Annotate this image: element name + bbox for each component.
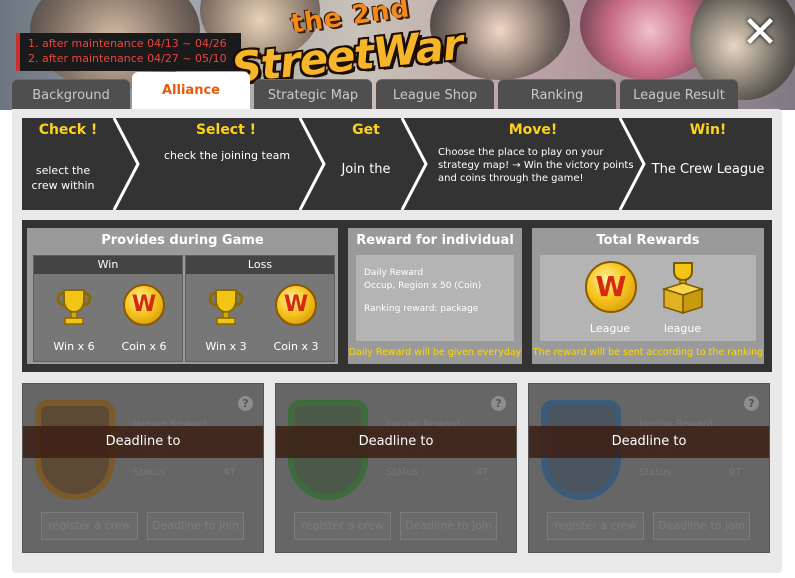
register-crew-button[interactable]: register a crew: [294, 512, 391, 540]
deadline-band: Deadline to: [529, 426, 769, 458]
crew-card: ? Joining Reward Support Status : 4T Dea…: [275, 383, 517, 553]
help-icon[interactable]: ?: [491, 396, 506, 411]
trophy-icon: [196, 284, 256, 332]
individual-note: Daily Reward will be given everyday: [348, 347, 522, 358]
coin-icon: W: [266, 284, 326, 326]
tab-league-shop[interactable]: League Shop: [376, 79, 494, 110]
coin-icon: W: [114, 284, 174, 326]
step-title: Win!: [689, 122, 727, 138]
register-crew-button[interactable]: register a crew: [41, 512, 138, 540]
chevron-right-icon: [298, 118, 326, 210]
individual-line-1: Daily Reward: [364, 268, 424, 278]
help-icon[interactable]: ?: [238, 396, 253, 411]
chevron-right-icon: [112, 118, 140, 210]
step-select: Select ! check the joining team: [140, 118, 312, 210]
steps-flow: Check ! select the crew within Select ! …: [22, 118, 772, 210]
coin-icon: W: [585, 261, 637, 313]
individual-title: Reward for individual: [356, 233, 514, 248]
step-check: Check ! select the crew within: [22, 118, 114, 210]
tab-league-result[interactable]: League Result: [620, 79, 738, 110]
loss-trophy-label: Win x 3: [205, 340, 247, 353]
deadline-band: Deadline to: [276, 426, 516, 458]
chevron-right-icon: [400, 118, 428, 210]
step-win: Win! The Crew League: [644, 118, 772, 210]
win-rewards: Win W Win x 6 Coin x 6: [33, 255, 183, 362]
status-label: Status :: [639, 467, 678, 478]
tab-bar: Background Alliance Strategic Map League…: [12, 72, 740, 110]
step-title: Check !: [38, 122, 98, 138]
maintenance-schedule: 1. after maintenance 04/13 ~ 04/26 2. af…: [16, 33, 241, 71]
provides-title: Provides during Game: [101, 233, 264, 248]
step-title: Get: [352, 122, 380, 138]
individual-details: Daily Reward Occup, Region x 50 (Coin) R…: [356, 255, 514, 341]
tab-alliance[interactable]: Alliance: [132, 72, 250, 110]
trophy-icon: [44, 284, 104, 332]
rewards-area: Provides during Game Win W Win x 6 Coin …: [22, 220, 772, 372]
individual-line-3: Ranking reward: package: [364, 304, 479, 314]
tab-background[interactable]: Background: [12, 79, 130, 110]
crew-card: ? Joining Reward Support Status : 0T Dea…: [528, 383, 770, 553]
deadline-band: Deadline to: [23, 426, 263, 458]
status-value: 0T: [729, 467, 742, 478]
register-crew-button[interactable]: register a crew: [547, 512, 644, 540]
deadline-to-join-button[interactable]: Deadline to join: [400, 512, 497, 540]
individual-line-2: Occup, Region x 50 (Coin): [364, 281, 482, 291]
step-description: select the crew within: [31, 164, 95, 192]
status-label: Status :: [133, 467, 172, 478]
win-header: Win: [34, 256, 182, 274]
step-move: Move! Choose the place to play on your s…: [428, 118, 638, 210]
total-rewards-details: W League league: [540, 255, 756, 341]
deadline-to-join-button[interactable]: Deadline to join: [653, 512, 750, 540]
total-box-label: league: [663, 322, 702, 335]
crew-card: ? Joining Reward Support Status : 4T Dea…: [22, 383, 264, 553]
alliance-panel: Check ! select the crew within Select ! …: [12, 109, 782, 573]
step-title: Select !: [195, 122, 257, 138]
step-description: Choose the place to play on your strateg…: [438, 147, 634, 184]
step-description: Join the: [341, 162, 391, 177]
step-get: Get Join the: [326, 118, 406, 210]
provides-box: Provides during Game Win W Win x 6 Coin …: [27, 228, 338, 364]
individual-reward-box: Reward for individual Daily Reward Occup…: [348, 228, 522, 364]
close-icon[interactable]: ✕: [741, 11, 779, 55]
win-coin-label: Coin x 6: [121, 340, 167, 353]
loss-header: Loss: [186, 256, 334, 274]
maintenance-line-2: 2. after maintenance 04/27 ~ 05/10: [28, 52, 227, 65]
tab-ranking[interactable]: Ranking: [498, 79, 616, 110]
status-value: 4T: [476, 467, 489, 478]
loss-coin-label: Coin x 3: [273, 340, 319, 353]
maintenance-line-1: 1. after maintenance 04/13 ~ 04/26: [28, 37, 227, 50]
loss-rewards: Loss W Win x 3 Coin x 3: [185, 255, 335, 362]
tab-strategic-map[interactable]: Strategic Map: [254, 79, 372, 110]
total-note: The reward will be sent according to the…: [532, 347, 764, 358]
status-label: Status :: [386, 467, 425, 478]
total-coin-label: League: [589, 322, 631, 335]
help-icon[interactable]: ?: [744, 396, 759, 411]
win-trophy-label: Win x 6: [53, 340, 95, 353]
step-description: The Crew League: [651, 162, 765, 177]
total-title: Total Rewards: [596, 233, 700, 248]
total-rewards-box: Total Rewards W League league The reward…: [532, 228, 764, 364]
step-title: Move!: [508, 122, 558, 138]
trophy-box-icon: [658, 261, 708, 319]
step-description: check the joining team: [163, 149, 291, 162]
status-value: 4T: [223, 467, 236, 478]
deadline-to-join-button[interactable]: Deadline to join: [147, 512, 244, 540]
